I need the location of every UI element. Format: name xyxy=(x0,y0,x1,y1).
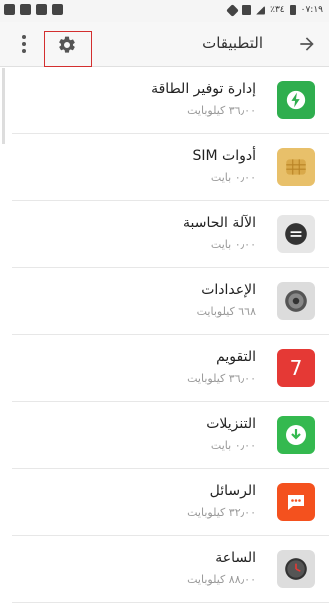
list-item[interactable]: الرسائل ٣٢٫٠٠ كيلوبايت xyxy=(12,469,329,536)
notification-icons xyxy=(4,4,63,15)
message-icon xyxy=(52,4,63,15)
list-item[interactable]: التنزيلات ٠٫٠٠ بايت xyxy=(12,402,329,469)
app-name: الساعة xyxy=(215,550,256,566)
app-size: ٣٢٫٠٠ كيلوبايت xyxy=(187,506,256,519)
calendar-icon: 7 xyxy=(277,349,315,387)
mail-icon xyxy=(36,4,47,15)
system-icons: ٪٣٤ ٠٧:١٩ xyxy=(226,3,323,17)
signal-icon xyxy=(256,5,266,15)
vibrate-icon xyxy=(226,3,239,17)
clock-time: ٠٧:١٩ xyxy=(300,5,323,15)
app-size: ٣٦٫٠٠ كيلوبايت xyxy=(187,372,256,385)
app-size: ٠٫٠٠ بايت xyxy=(210,439,256,452)
download-icon xyxy=(277,416,315,454)
power-saver-icon xyxy=(277,81,315,119)
calculator-icon xyxy=(277,215,315,253)
app-name: إدارة توفير الطاقة xyxy=(151,81,256,97)
app-list: إدارة توفير الطاقة ٣٦٫٠٠ كيلوبايت أدوات SI… xyxy=(0,67,329,603)
app-size: ٠٫٠٠ بايت xyxy=(210,238,256,251)
more-vert-icon[interactable] xyxy=(16,32,32,56)
clock-icon xyxy=(277,550,315,588)
list-item[interactable]: الآلة الحاسبة ٠٫٠٠ بايت xyxy=(12,201,329,268)
sim-card-icon xyxy=(277,148,315,186)
sim-icon xyxy=(242,5,252,15)
gear-icon[interactable] xyxy=(57,35,77,55)
shield-icon xyxy=(4,4,15,15)
messages-icon xyxy=(277,483,315,521)
app-toolbar: التطبيقات xyxy=(0,22,329,67)
app-name: التنزيلات xyxy=(206,416,256,432)
app-size: ٣٦٫٠٠ كيلوبايت xyxy=(187,104,256,117)
app-name: الآلة الحاسبة xyxy=(182,215,256,231)
list-item[interactable]: أدوات SIM ٠٫٠٠ بايت xyxy=(12,134,329,201)
app-size: ٠٫٠٠ بايت xyxy=(210,171,256,184)
arrow-right-icon[interactable] xyxy=(297,34,317,54)
app-name: الرسائل xyxy=(209,483,256,499)
list-item[interactable]: 7 التقويم ٣٦٫٠٠ كيلوبايت xyxy=(12,335,329,402)
list-item[interactable]: الساعة ٨٨٫٠٠ كيلوبايت xyxy=(12,536,329,603)
battery-icon xyxy=(289,5,296,15)
list-item[interactable]: إدارة توفير الطاقة ٣٦٫٠٠ كيلوبايت xyxy=(12,67,329,134)
app-name: الإعدادات xyxy=(201,282,256,298)
app-name: التقويم xyxy=(216,349,256,365)
app-size: ٨٨٫٠٠ كيلوبايت xyxy=(187,573,256,586)
settings-gear-icon xyxy=(277,282,315,320)
app-size: ٦٦٨ كيلوبايت xyxy=(196,305,256,318)
status-bar: ٪٣٤ ٠٧:١٩ xyxy=(0,0,329,22)
battery-level: ٪٣٤ xyxy=(270,5,285,15)
list-item[interactable]: الإعدادات ٦٦٨ كيلوبايت xyxy=(12,268,329,335)
image-icon xyxy=(20,4,31,15)
app-name: أدوات SIM xyxy=(192,148,256,164)
page-title: التطبيقات xyxy=(202,34,263,52)
